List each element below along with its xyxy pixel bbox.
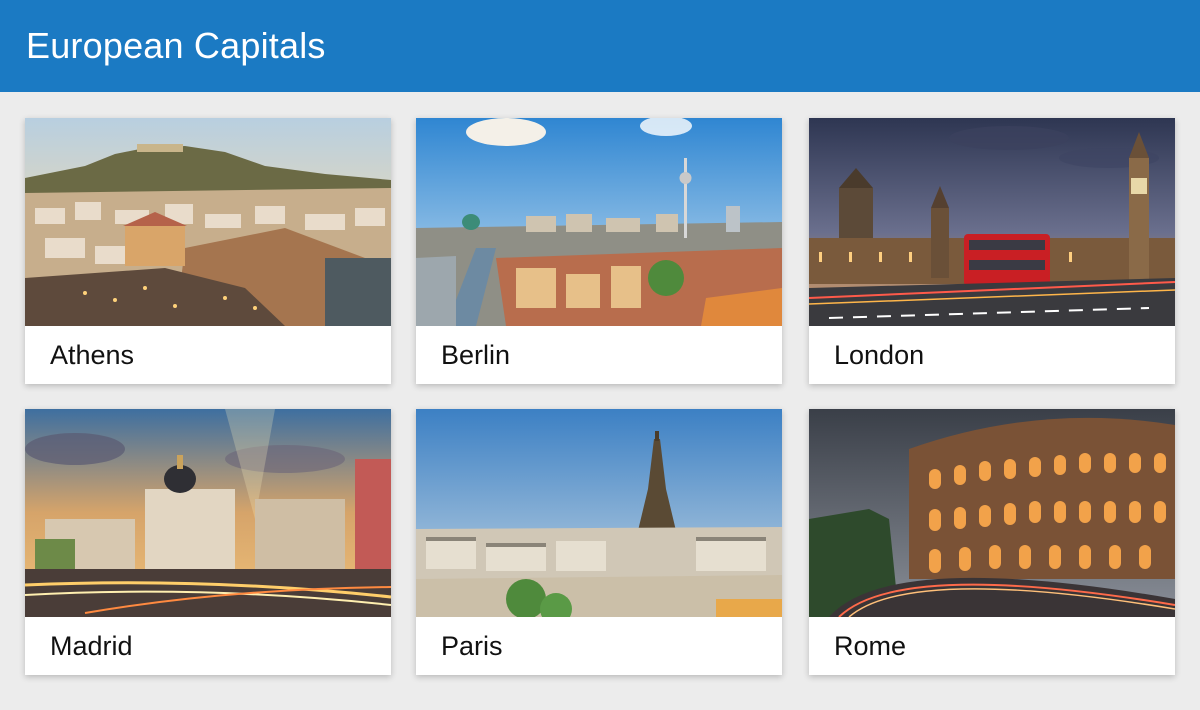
card-label-madrid: Madrid [50,631,133,661]
card-madrid[interactable]: Madrid [25,409,391,675]
card-label-paris: Paris [441,631,503,661]
card-label-london: London [834,340,925,370]
madrid-photo [25,409,391,617]
paris-photo [416,409,782,617]
card-label-rome: Rome [834,631,907,661]
berlin-photo [416,118,782,326]
card-paris[interactable]: Paris [416,409,782,675]
card-label-athens: Athens [50,340,135,370]
app-bar: European Capitals [0,0,1200,92]
card-athens[interactable]: Athens [25,118,391,384]
card-berlin[interactable]: Berlin [416,118,782,384]
card-rome[interactable]: Rome [809,409,1175,675]
card-label-berlin: Berlin [441,340,511,370]
london-photo [809,118,1175,326]
card-london[interactable]: London [809,118,1175,384]
page-title: European Capitals [26,25,326,66]
athens-photo [25,118,391,326]
rome-photo [809,409,1175,617]
